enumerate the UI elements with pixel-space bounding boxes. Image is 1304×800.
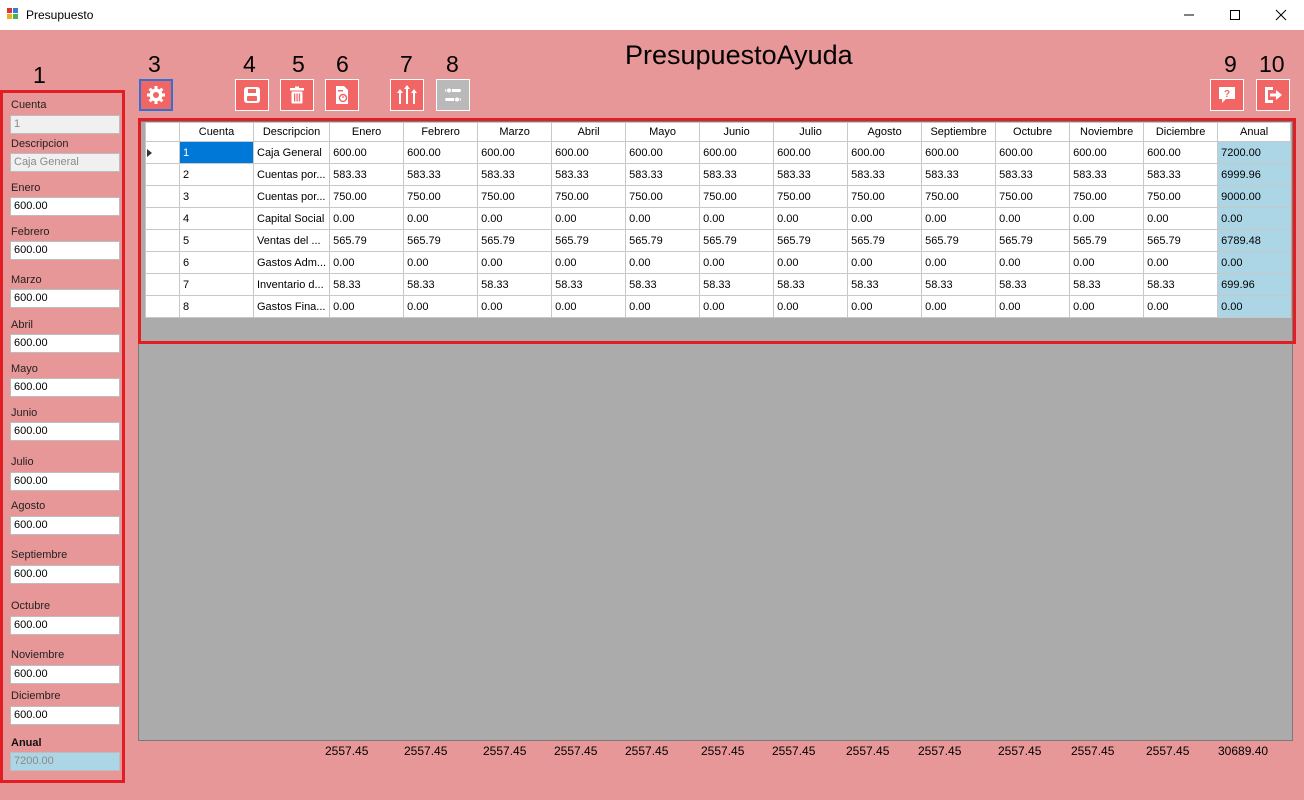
annotation-number: 7 (400, 51, 413, 77)
sliders-icon (397, 85, 417, 104)
settings-button[interactable] (139, 79, 173, 111)
column-total: 2557.45 (625, 744, 669, 758)
svg-text:?: ? (1224, 89, 1230, 100)
column-total: 2557.45 (846, 744, 890, 758)
annotation-number: 9 (1224, 51, 1237, 77)
app-icon (7, 8, 19, 20)
adjust-button[interactable] (390, 79, 424, 111)
close-icon (1275, 9, 1287, 21)
gear-icon (147, 86, 165, 104)
column-total: 2557.45 (554, 744, 598, 758)
annotation-number: 6 (336, 51, 349, 77)
column-total: 2557.45 (1146, 744, 1190, 758)
save-icon (244, 87, 260, 103)
delete-button[interactable] (280, 79, 314, 111)
options-button[interactable] (436, 79, 470, 111)
column-total: 2557.45 (772, 744, 816, 758)
exit-icon (1265, 87, 1282, 103)
column-total: 2557.45 (483, 744, 527, 758)
trash-icon (290, 86, 304, 104)
report-icon (336, 86, 348, 104)
save-button[interactable] (235, 79, 269, 111)
annotation-number: 4 (243, 51, 256, 77)
form-title: PresupuestoAyuda (625, 40, 853, 70)
column-total: 2557.45 (998, 744, 1042, 758)
column-total: 2557.45 (701, 744, 745, 758)
maximize-icon (1230, 10, 1240, 20)
highlight-box-grid (138, 118, 1296, 344)
column-total: 2557.45 (918, 744, 962, 758)
title-bar: Presupuesto (0, 0, 1304, 30)
column-total: 30689.40 (1218, 744, 1269, 758)
help-icon: ? (1219, 87, 1235, 103)
column-total: 2557.45 (404, 744, 448, 758)
annotation-number: 10 (1259, 51, 1285, 77)
minimize-icon (1184, 14, 1194, 16)
help-button[interactable]: ? (1210, 79, 1244, 111)
annotation-number: 3 (148, 51, 161, 77)
annotation-number: 1 (33, 62, 46, 88)
column-total: 2557.45 (1071, 744, 1115, 758)
annotation-number: 8 (446, 51, 459, 77)
toggle-settings-icon (445, 87, 461, 103)
window-title: Presupuesto (26, 8, 94, 22)
maximize-button[interactable] (1212, 0, 1258, 30)
report-button[interactable] (325, 79, 359, 111)
annotation-number: 5 (292, 51, 305, 77)
minimize-button[interactable] (1166, 0, 1212, 30)
close-button[interactable] (1258, 0, 1304, 30)
highlight-box-side-panel (0, 90, 125, 783)
exit-button[interactable] (1256, 79, 1290, 111)
column-total: 2557.45 (325, 744, 369, 758)
